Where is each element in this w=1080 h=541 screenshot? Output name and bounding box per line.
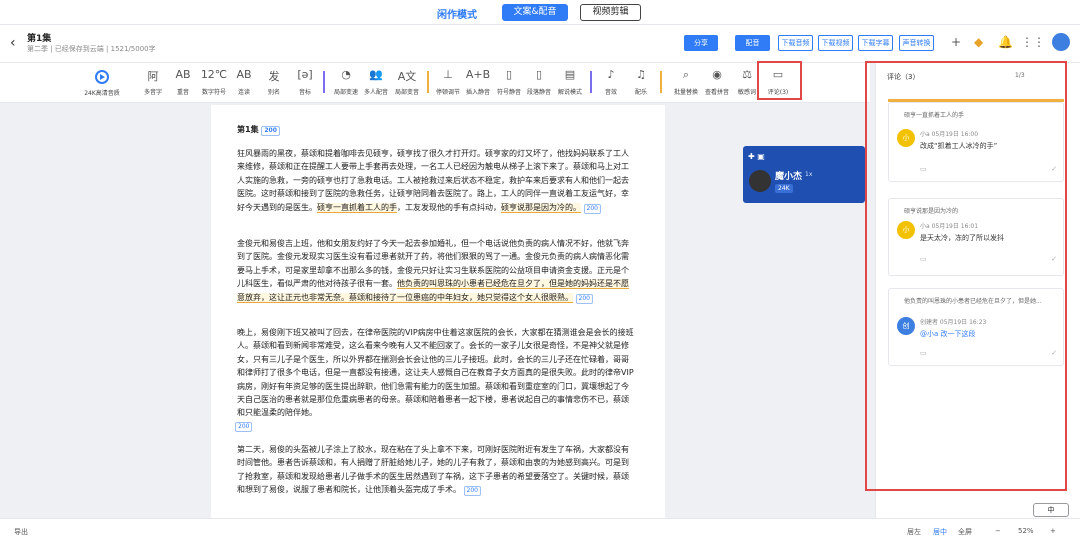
toolbar-divider <box>590 71 592 93</box>
highlight-comment-2: 硕亨说那是因为冷的。 <box>501 202 581 213</box>
voice-card[interactable]: ✚ ▣ 魔小杰 1x 24K <box>743 146 865 203</box>
mode-label: 闲作模式 <box>437 10 477 21</box>
voice-name: 魔小杰 <box>775 172 803 182</box>
avatar[interactable] <box>1052 33 1070 51</box>
plus-icon[interactable]: + <box>951 35 961 49</box>
tool-phonetic[interactable]: [ə] 音标 <box>287 68 323 96</box>
tool-hq[interactable]: 24K高清音质 <box>84 85 120 97</box>
episode-meta: 第二季 | 已经保存到云端 | 1521/5000字 <box>27 45 156 53</box>
paragraph-1[interactable]: 狂风暴雨的黑夜，蔡颂和提着咖啡去见硕亨，硕亨找了很久才打开灯。硕亨家的灯又坏了，… <box>237 147 635 214</box>
doc-heading: 第1集 200 <box>237 123 635 136</box>
dub-button[interactable]: 配音 <box>735 35 770 51</box>
toolbar: 24K高清音质 阿多音字 AB 重音 12℃ 数字符号 AB 连读 发别名 [ə] 音标… <box>0 63 870 103</box>
download-audio-button[interactable]: 下载音频 <box>778 35 813 51</box>
share-button[interactable]: 分享 <box>684 35 718 51</box>
download-video-button[interactable]: 下载视频 <box>818 35 853 51</box>
paragraph-4[interactable]: 第二天，易俊的头盔被儿子涂上了胶水，现在粘在了头上拿不下来，可刚好医院附近有发生… <box>237 443 635 497</box>
top-mode-bar: 闲作模式 文案&配音 视频剪辑 <box>0 0 1080 25</box>
play-icon[interactable] <box>95 70 109 84</box>
voice-quality: 24K <box>775 184 793 193</box>
tool-narration[interactable]: ▤ 解说模式 <box>552 68 588 96</box>
convert-voice-button[interactable]: 声音转换 <box>899 35 934 51</box>
fullscreen-button[interactable]: 全屏 <box>958 527 972 537</box>
card-icons: ✚ ▣ <box>748 152 765 161</box>
paragraph-2[interactable]: 金俊元和易俊吉上班，他和女朋友约好了今天一起去参加婚礼，但一个电话说他负责的病人… <box>237 237 635 304</box>
video-edit-tab[interactable]: 视频剪辑 <box>580 4 641 21</box>
document-editor[interactable]: 第1集 200 狂风暴雨的黑夜，蔡颂和提着咖啡去见硕亨，硕亨找了很久才打开灯。硕… <box>211 105 665 518</box>
zoom-level: 52% <box>1018 527 1034 535</box>
bottom-bar: 导出 居左 居中 全屏 − 52% + <box>0 518 1080 541</box>
tool-bgm[interactable]: ♫ 配乐 <box>623 68 659 96</box>
grid-icon[interactable]: ⋮⋮ <box>1021 35 1045 49</box>
voice-avatar <box>749 170 771 192</box>
annotation-box-comment-tool <box>757 61 802 100</box>
download-subtitle-button[interactable]: 下载字幕 <box>858 35 893 51</box>
toolbar-divider <box>323 71 325 93</box>
back-arrow-icon[interactable]: ‹ <box>10 35 16 51</box>
zoom-out-icon[interactable]: − <box>995 527 1001 535</box>
toolbar-divider <box>660 71 662 93</box>
episode-title: 第1集 <box>27 34 52 44</box>
wenan-peiyin-tab[interactable]: 文案&配音 <box>502 4 568 21</box>
zoom-in-icon[interactable]: + <box>1050 527 1056 535</box>
align-center-button[interactable]: 居中 <box>933 527 947 537</box>
toolbar-divider <box>427 71 429 93</box>
diamond-icon[interactable]: ◆ <box>974 35 983 49</box>
highlight-comment-1: 硕亨一直抓着工人的手 <box>317 202 397 213</box>
paragraph-3[interactable]: 晚上，易俊刚下班又被叫了回去，在律帝医院的VIP病房中住着这家医院的会长，大家都… <box>237 326 635 420</box>
lang-toggle[interactable]: 中 <box>1033 503 1069 517</box>
voice-speed: 1x <box>805 171 813 178</box>
annotation-box-comments <box>865 61 1067 491</box>
align-left-button[interactable]: 居左 <box>907 527 921 537</box>
paragraph-3-tag: 200 <box>235 419 633 432</box>
tool-voicechange[interactable]: A文 局部变音 <box>389 68 425 96</box>
export-button[interactable]: 导出 <box>14 527 28 537</box>
header: ‹ 第1集 第二季 | 已经保存到云端 | 1521/5000字 分享 配音 下… <box>0 25 1080 63</box>
bell-icon[interactable]: 🔔 <box>998 35 1013 49</box>
